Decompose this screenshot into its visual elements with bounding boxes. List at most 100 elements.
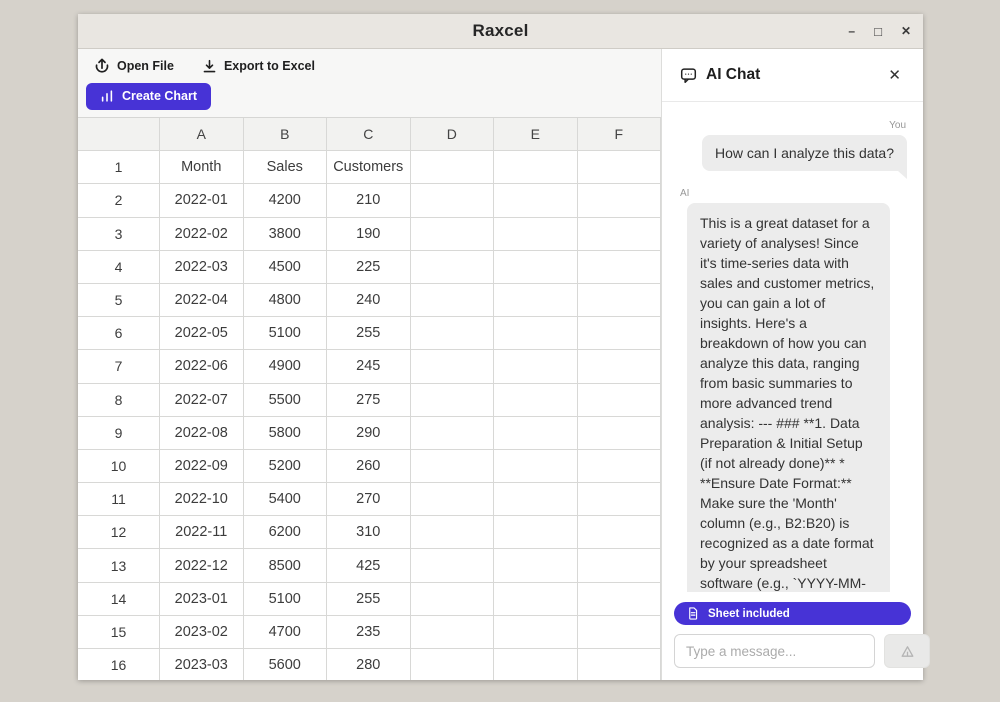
row-header-8[interactable]: 8 bbox=[78, 384, 160, 417]
cell-F4[interactable] bbox=[578, 251, 662, 284]
cell-B14[interactable]: 5100 bbox=[244, 583, 328, 616]
cell-C8[interactable]: 275 bbox=[327, 384, 411, 417]
cell-C7[interactable]: 245 bbox=[327, 350, 411, 383]
cell-D16[interactable] bbox=[411, 649, 495, 680]
cell-A5[interactable]: 2022-04 bbox=[160, 284, 244, 317]
create-chart-button[interactable]: Create Chart bbox=[86, 83, 211, 110]
cell-B15[interactable]: 4700 bbox=[244, 616, 328, 649]
cell-E4[interactable] bbox=[494, 251, 578, 284]
cell-B3[interactable]: 3800 bbox=[244, 218, 328, 251]
cell-A4[interactable]: 2022-03 bbox=[160, 251, 244, 284]
column-header-C[interactable]: C bbox=[327, 118, 411, 151]
cell-E2[interactable] bbox=[494, 184, 578, 217]
cell-D6[interactable] bbox=[411, 317, 495, 350]
cell-E16[interactable] bbox=[494, 649, 578, 680]
column-header-E[interactable]: E bbox=[494, 118, 578, 151]
cell-C6[interactable]: 255 bbox=[327, 317, 411, 350]
row-header-2[interactable]: 2 bbox=[78, 184, 160, 217]
cell-B12[interactable]: 6200 bbox=[244, 516, 328, 549]
cell-C3[interactable]: 190 bbox=[327, 218, 411, 251]
row-header-14[interactable]: 14 bbox=[78, 583, 160, 616]
cell-A16[interactable]: 2023-03 bbox=[160, 649, 244, 680]
send-button[interactable] bbox=[884, 634, 930, 668]
row-header-6[interactable]: 6 bbox=[78, 317, 160, 350]
cell-E7[interactable] bbox=[494, 350, 578, 383]
cell-A3[interactable]: 2022-02 bbox=[160, 218, 244, 251]
row-header-16[interactable]: 16 bbox=[78, 649, 160, 680]
row-header-11[interactable]: 11 bbox=[78, 483, 160, 516]
cell-A15[interactable]: 2023-02 bbox=[160, 616, 244, 649]
cell-F15[interactable] bbox=[578, 616, 662, 649]
row-header-3[interactable]: 3 bbox=[78, 218, 160, 251]
chat-close-icon[interactable]: ✕ bbox=[884, 64, 905, 86]
cell-D4[interactable] bbox=[411, 251, 495, 284]
cell-A14[interactable]: 2023-01 bbox=[160, 583, 244, 616]
cell-F7[interactable] bbox=[578, 350, 662, 383]
cell-D12[interactable] bbox=[411, 516, 495, 549]
minimize-icon[interactable]: – bbox=[848, 25, 855, 37]
cell-A13[interactable]: 2022-12 bbox=[160, 549, 244, 582]
cell-D10[interactable] bbox=[411, 450, 495, 483]
cell-B4[interactable]: 4500 bbox=[244, 251, 328, 284]
cell-D2[interactable] bbox=[411, 184, 495, 217]
cell-C15[interactable]: 235 bbox=[327, 616, 411, 649]
cell-C12[interactable]: 310 bbox=[327, 516, 411, 549]
cell-F5[interactable] bbox=[578, 284, 662, 317]
cell-F2[interactable] bbox=[578, 184, 662, 217]
cell-B6[interactable]: 5100 bbox=[244, 317, 328, 350]
grid-corner-cell[interactable] bbox=[78, 118, 160, 151]
cell-E13[interactable] bbox=[494, 549, 578, 582]
column-header-F[interactable]: F bbox=[578, 118, 662, 151]
cell-E6[interactable] bbox=[494, 317, 578, 350]
cell-E10[interactable] bbox=[494, 450, 578, 483]
cell-E15[interactable] bbox=[494, 616, 578, 649]
cell-B7[interactable]: 4900 bbox=[244, 350, 328, 383]
cell-D3[interactable] bbox=[411, 218, 495, 251]
chat-message-input[interactable] bbox=[674, 634, 875, 668]
column-header-A[interactable]: A bbox=[160, 118, 244, 151]
cell-F10[interactable] bbox=[578, 450, 662, 483]
export-excel-button[interactable]: Export to Excel bbox=[202, 57, 315, 76]
row-header-9[interactable]: 9 bbox=[78, 417, 160, 450]
cell-B16[interactable]: 5600 bbox=[244, 649, 328, 680]
cell-B1[interactable]: Sales bbox=[244, 151, 328, 184]
cell-D14[interactable] bbox=[411, 583, 495, 616]
row-header-1[interactable]: 1 bbox=[78, 151, 160, 184]
cell-E5[interactable] bbox=[494, 284, 578, 317]
row-header-15[interactable]: 15 bbox=[78, 616, 160, 649]
column-header-D[interactable]: D bbox=[411, 118, 495, 151]
row-header-7[interactable]: 7 bbox=[78, 350, 160, 383]
cell-B9[interactable]: 5800 bbox=[244, 417, 328, 450]
maximize-icon[interactable]: □ bbox=[874, 25, 882, 38]
row-header-10[interactable]: 10 bbox=[78, 450, 160, 483]
cell-D1[interactable] bbox=[411, 151, 495, 184]
cell-A7[interactable]: 2022-06 bbox=[160, 350, 244, 383]
close-icon[interactable]: ✕ bbox=[901, 25, 911, 37]
cell-C9[interactable]: 290 bbox=[327, 417, 411, 450]
cell-C10[interactable]: 260 bbox=[327, 450, 411, 483]
cell-B10[interactable]: 5200 bbox=[244, 450, 328, 483]
cell-C2[interactable]: 210 bbox=[327, 184, 411, 217]
cell-D11[interactable] bbox=[411, 483, 495, 516]
cell-B5[interactable]: 4800 bbox=[244, 284, 328, 317]
cell-D7[interactable] bbox=[411, 350, 495, 383]
cell-F11[interactable] bbox=[578, 483, 662, 516]
row-header-12[interactable]: 12 bbox=[78, 516, 160, 549]
cell-F1[interactable] bbox=[578, 151, 662, 184]
row-header-4[interactable]: 4 bbox=[78, 251, 160, 284]
cell-C16[interactable]: 280 bbox=[327, 649, 411, 680]
cell-F6[interactable] bbox=[578, 317, 662, 350]
cell-D13[interactable] bbox=[411, 549, 495, 582]
cell-A10[interactable]: 2022-09 bbox=[160, 450, 244, 483]
cell-F13[interactable] bbox=[578, 549, 662, 582]
sheet-included-button[interactable]: Sheet included bbox=[674, 602, 911, 625]
cell-A9[interactable]: 2022-08 bbox=[160, 417, 244, 450]
cell-C14[interactable]: 255 bbox=[327, 583, 411, 616]
cell-E14[interactable] bbox=[494, 583, 578, 616]
cell-A8[interactable]: 2022-07 bbox=[160, 384, 244, 417]
cell-F8[interactable] bbox=[578, 384, 662, 417]
open-file-button[interactable]: Open File bbox=[94, 56, 174, 76]
cell-C5[interactable]: 240 bbox=[327, 284, 411, 317]
cell-E3[interactable] bbox=[494, 218, 578, 251]
cell-A12[interactable]: 2022-11 bbox=[160, 516, 244, 549]
